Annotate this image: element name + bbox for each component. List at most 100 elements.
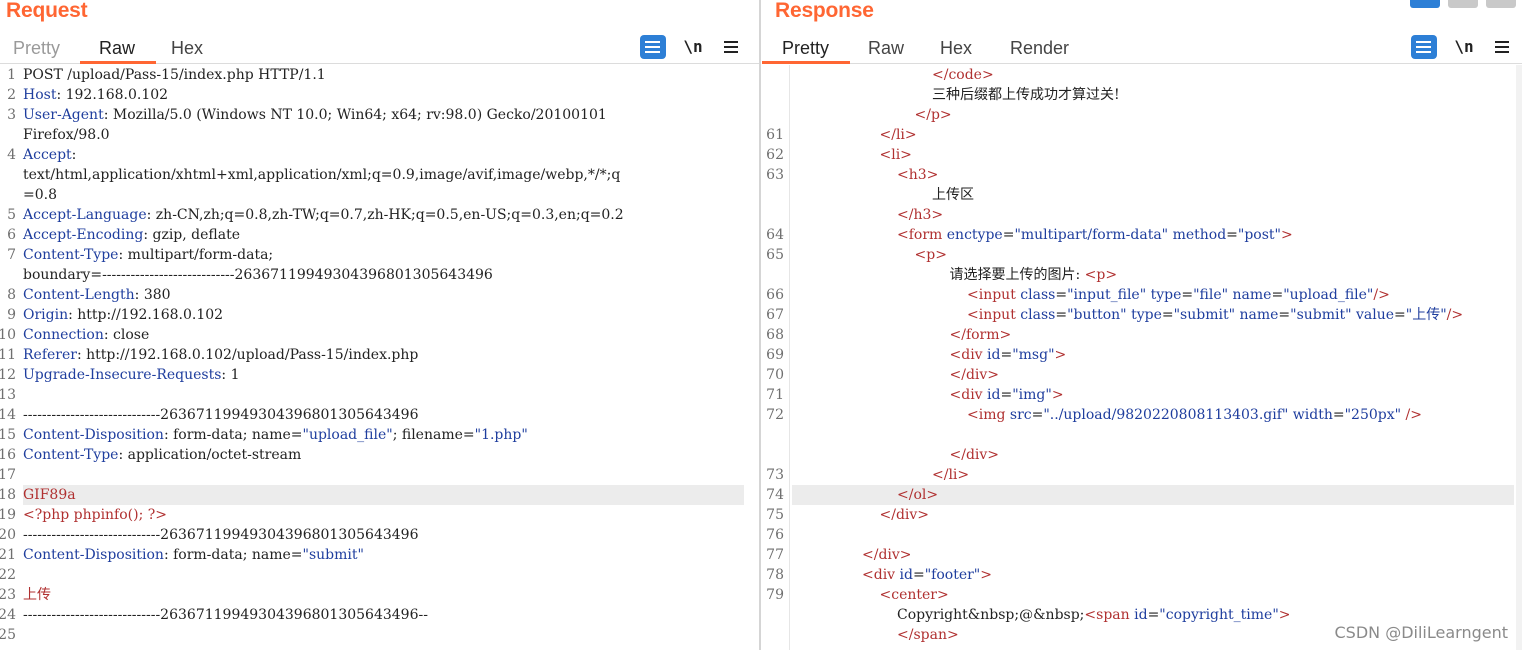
response-tab-raw[interactable]: Raw <box>868 38 904 59</box>
response-code-token: name <box>1228 287 1272 303</box>
response-code-line: Copyright&nbsp;@&nbsp;<span id="copyrigh… <box>792 605 1514 625</box>
response-code-area[interactable]: </code> 三种后缀都上传成功才算过关! </p> </li> <li> <h3> 上传… <box>792 65 1514 650</box>
request-tab-pretty[interactable]: Pretty <box>13 38 60 59</box>
response-tab-pretty[interactable]: Pretty <box>782 38 829 59</box>
response-code-token: > <box>1051 387 1064 403</box>
menu-icon[interactable] <box>718 35 744 59</box>
request-line-number: 7 <box>7 247 16 263</box>
request-line-number: 1 <box>7 67 16 83</box>
request-code-line <box>23 465 744 485</box>
request-code-line: <?php phpinfo(); ?> <box>23 505 744 525</box>
request-code-line: Content-Disposition: form-data; name="su… <box>23 545 744 565</box>
request-pane: Request Pretty Raw Hex \n 1 2 3 4 5 6 7 8 9 10 11 1… <box>0 0 760 650</box>
response-pane: Response Pretty Raw Hex Render \n 61 62 63… <box>762 0 1522 650</box>
request-code-token: Host <box>23 87 57 103</box>
request-code-line: text/html,application/xhtml+xml,applicat… <box>23 165 744 185</box>
request-code-line: Origin: http://192.168.0.102 <box>23 305 744 325</box>
request-code-token: Content-Type <box>23 247 119 263</box>
wrap-lines-icon[interactable] <box>640 35 666 59</box>
response-tab-render[interactable]: Render <box>1010 38 1069 59</box>
response-code-token: <div <box>949 347 988 363</box>
response-line-number: 67 <box>766 307 784 323</box>
response-code-token: "../upload/9820220808113403.gif" <box>1043 407 1289 423</box>
request-code-token: Origin <box>23 307 69 323</box>
request-code-token: "upload_file" <box>302 427 393 443</box>
response-code-line: </h3> <box>792 205 1514 225</box>
request-code-line: POST /upload/Pass-15/index.php HTTP/1.1 <box>23 65 744 85</box>
request-code-token: Connection <box>23 327 104 343</box>
response-tab-hex[interactable]: Hex <box>940 38 972 59</box>
request-tab-raw[interactable]: Raw <box>99 38 135 59</box>
response-code-token: "upload_file" <box>1283 287 1374 303</box>
request-code-line <box>23 625 744 645</box>
request-code-token: boundary=----------------------------263… <box>23 267 493 283</box>
response-line-number: 79 <box>766 587 784 603</box>
newline-toggle-icon[interactable]: \n <box>680 35 706 59</box>
request-line-number: 16 <box>0 447 16 463</box>
response-code-line: <input class="input_file" type="file" na… <box>792 285 1514 305</box>
request-code-token: : http://192.168.0.102/upload/Pass-15/in… <box>76 347 419 363</box>
response-code-token: /> <box>1401 407 1422 423</box>
menu-icon[interactable] <box>1489 35 1515 59</box>
response-code-line: 请选择要上传的图片: <p> <box>792 265 1514 285</box>
response-code-line: <div id="img"> <box>792 385 1514 405</box>
request-line-number: 11 <box>0 347 16 363</box>
response-code-token: <img <box>967 407 1010 423</box>
layout-vertical-icon[interactable] <box>1486 0 1516 8</box>
response-code-line: <li> <box>792 145 1514 165</box>
response-code-token: <center> <box>879 587 949 603</box>
response-code-token: = <box>1055 307 1068 323</box>
response-editor[interactable]: 61 62 63 64 65 66 67 68 69 70 71 72 73 74 75 76 77 78 79 <… <box>762 65 1522 650</box>
request-code-line <box>23 385 744 405</box>
response-code-token: <form <box>897 227 947 243</box>
response-code-line: </li> <box>792 465 1514 485</box>
response-scrollbar[interactable] <box>1516 65 1522 650</box>
request-line-number: 6 <box>7 227 16 243</box>
response-code-token: class <box>1020 287 1056 303</box>
response-code-line <box>792 425 1514 445</box>
request-code-line: Content-Type: multipart/form-data; <box>23 245 744 265</box>
request-line-number: 2 <box>7 87 16 103</box>
response-code-token: = <box>1000 347 1013 363</box>
request-code-token: : form-data; name= <box>163 547 303 563</box>
response-code-token: "button" <box>1067 307 1127 323</box>
request-line-number: 20 <box>0 527 16 543</box>
response-code-token: Copyright&nbsp;@&nbsp; <box>897 607 1085 623</box>
request-code-line: Content-Length: 380 <box>23 285 744 305</box>
request-code-line: Content-Disposition: form-data; name="up… <box>23 425 744 445</box>
request-code-line: GIF89a <box>23 485 744 505</box>
layout-split-icon[interactable] <box>1410 0 1440 8</box>
response-code-line <box>792 525 1514 545</box>
response-code-line: </div> <box>792 505 1514 525</box>
request-code-area[interactable]: POST /upload/Pass-15/index.php HTTP/1.1 H… <box>23 65 744 650</box>
response-code-line: <div id="footer"> <box>792 565 1514 585</box>
request-editor[interactable]: 1 2 3 4 5 6 7 8 9 10 11 12 13 14 15 16 17 18 19 20 21 22 23 24 2… <box>0 65 760 650</box>
request-tab-hex[interactable]: Hex <box>171 38 203 59</box>
newline-toggle-icon[interactable]: \n <box>1451 35 1477 59</box>
response-line-number: 66 <box>766 287 784 303</box>
request-code-token: -----------------------------26367119949… <box>23 607 428 623</box>
response-code-token: <span <box>1084 607 1135 623</box>
response-code-token: width <box>1288 407 1333 423</box>
request-code-token: : form-data; name= <box>163 427 303 443</box>
response-code-token: value <box>1351 307 1395 323</box>
request-code-token: : http://192.168.0.102 <box>68 307 224 323</box>
response-code-token: name <box>1235 307 1279 323</box>
response-code-token: </div> <box>949 447 1000 463</box>
request-code-token: User-Agent <box>23 107 104 123</box>
request-code-token: Content-Disposition <box>23 547 164 563</box>
wrap-lines-icon[interactable] <box>1411 35 1437 59</box>
request-code-token: : application/octet-stream <box>118 447 302 463</box>
response-title: Response <box>775 0 874 22</box>
response-code-token: <li> <box>879 147 912 163</box>
request-code-token: : close <box>103 327 150 343</box>
response-code-token: </div> <box>879 507 930 523</box>
response-code-token: "msg" <box>1012 347 1055 363</box>
response-code-line: <img src="../upload/9820220808113403.gif… <box>792 405 1514 425</box>
pane-divider[interactable] <box>759 0 761 650</box>
response-line-number: 65 <box>766 247 784 263</box>
layout-horizontal-icon[interactable] <box>1448 0 1478 8</box>
response-line-number: 77 <box>766 547 784 563</box>
response-code-line: <div id="msg"> <box>792 345 1514 365</box>
response-tab-pretty-underline <box>762 61 850 64</box>
